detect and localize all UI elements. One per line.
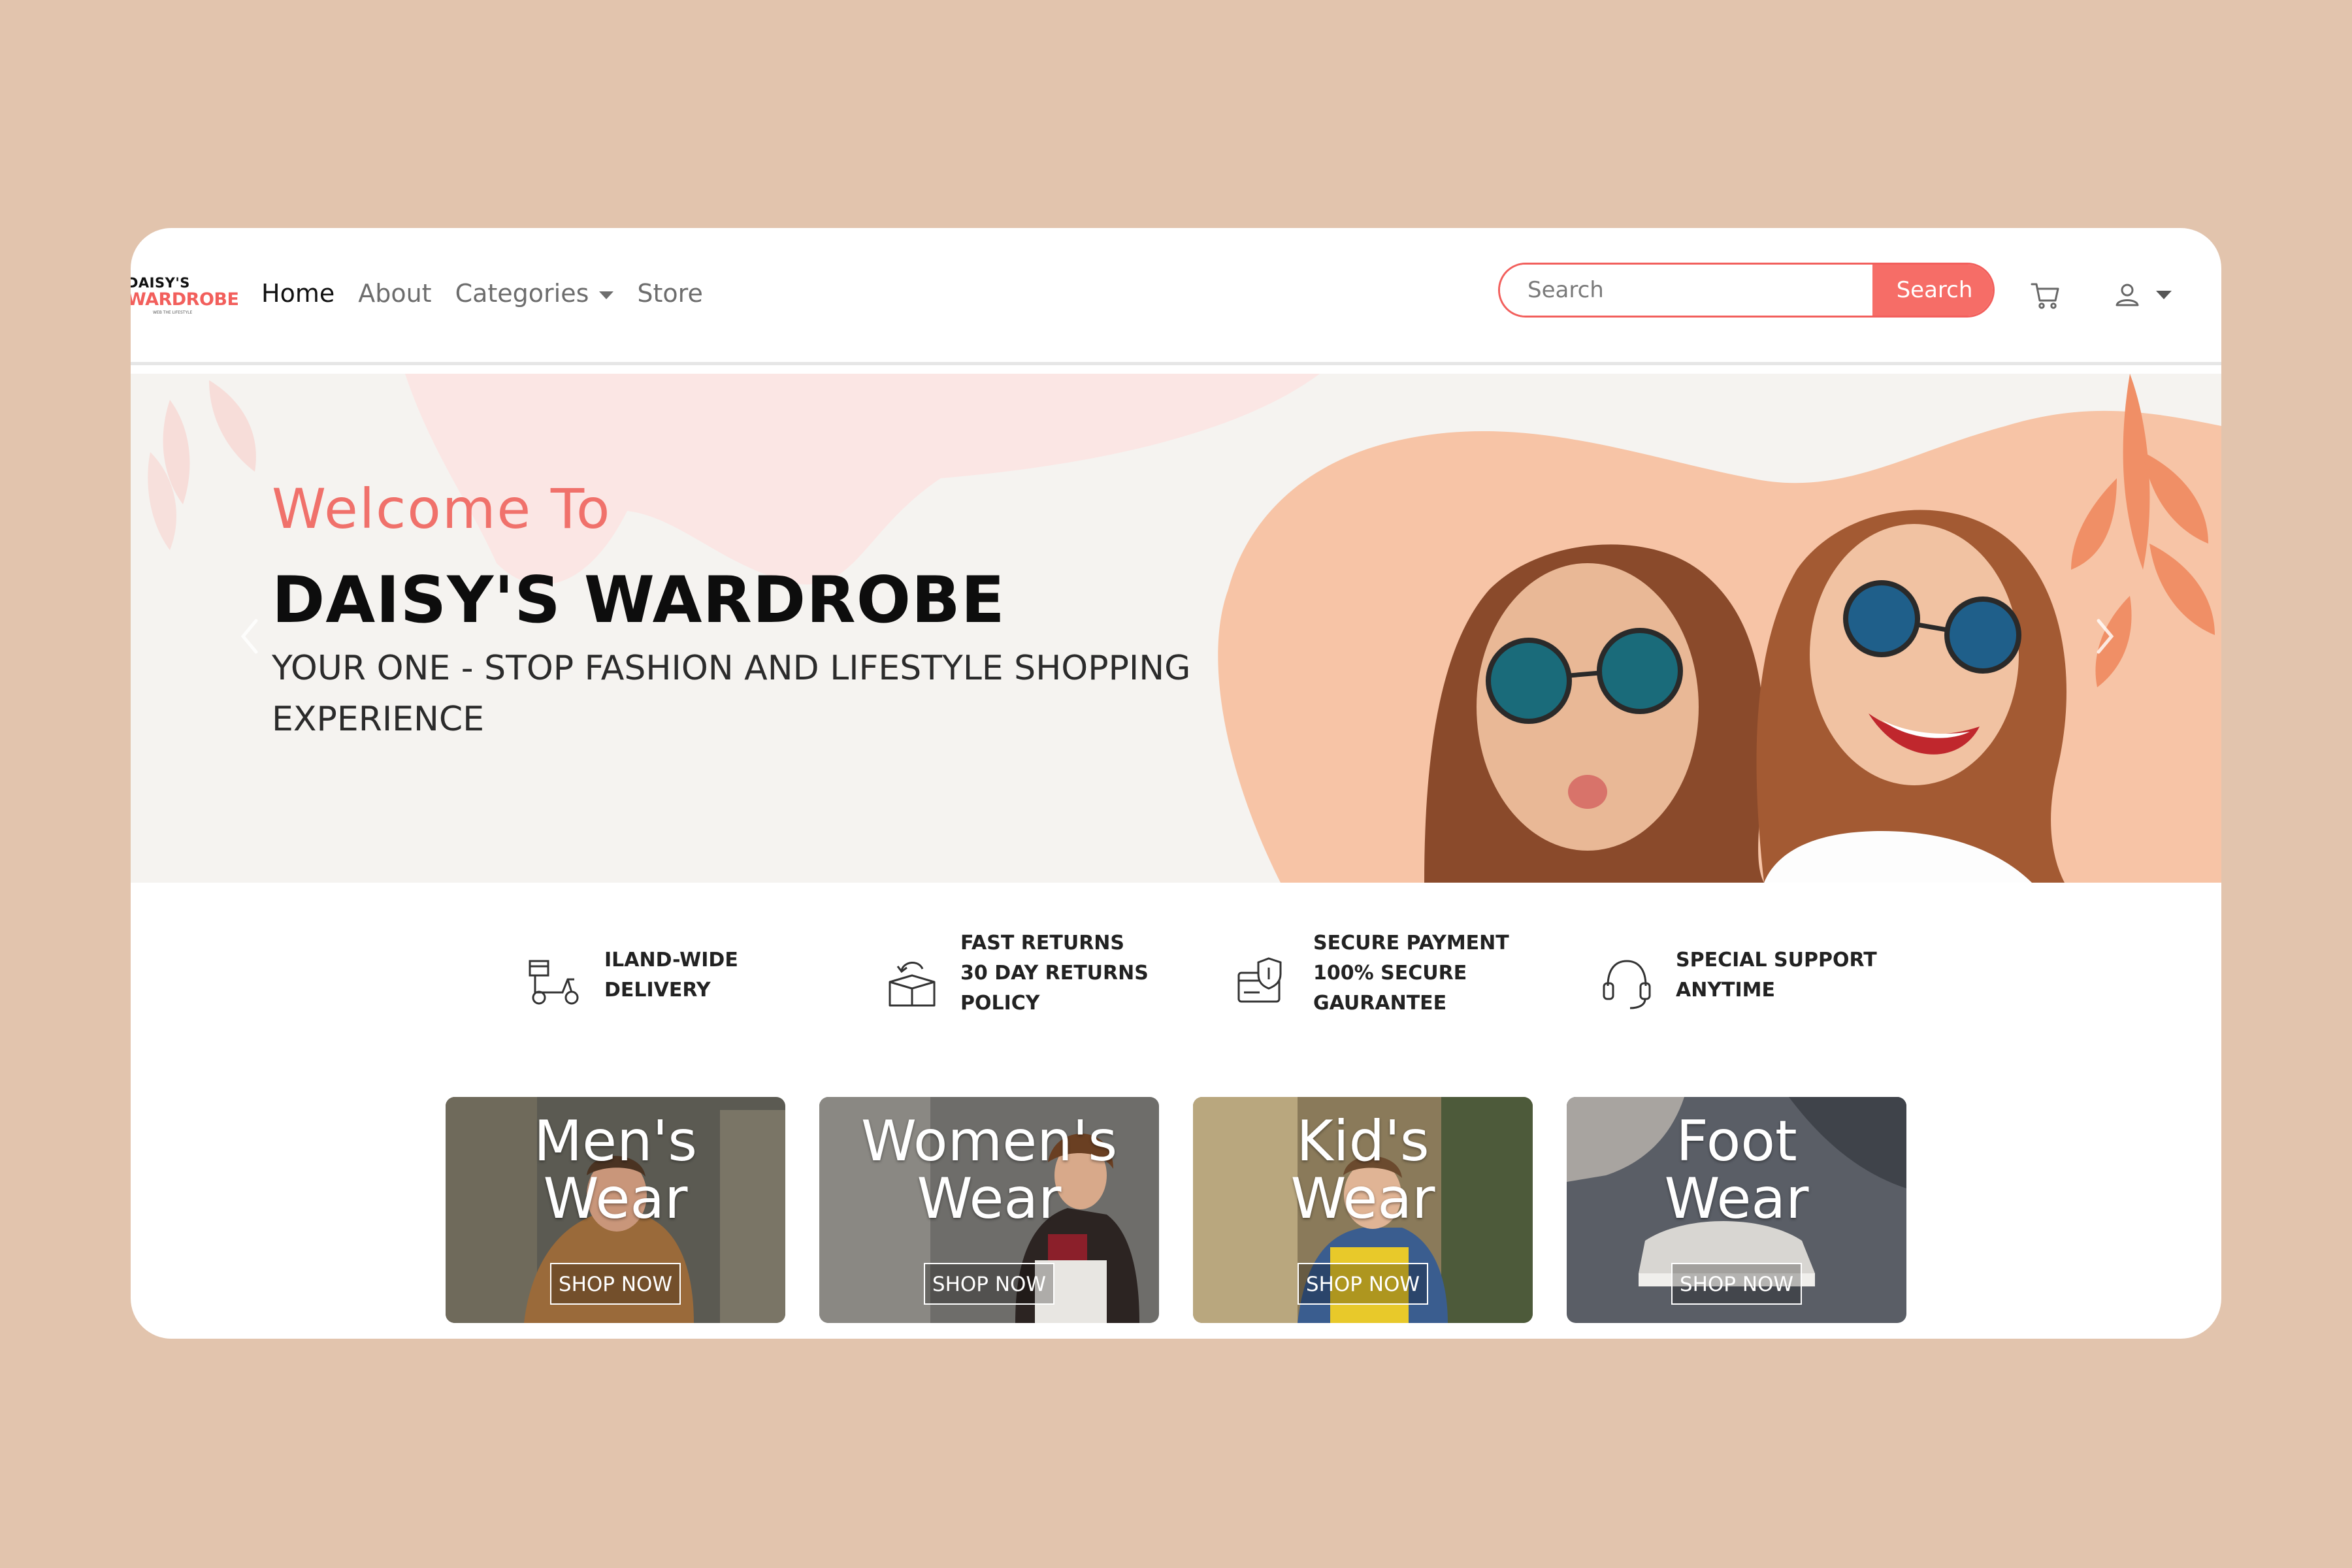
feature-text: SECURE PAYMENT 100% SECURE GAURANTEE xyxy=(1313,932,1509,1015)
chevron-left-icon[interactable] xyxy=(237,617,263,656)
logo-tagline: WEB THE LIFESTYLE xyxy=(153,310,193,315)
shop-now-button[interactable]: SHOP NOW xyxy=(550,1263,681,1305)
feature-support: SPECIAL SUPPORT ANYTIME xyxy=(1597,934,1877,1038)
chevron-down-icon xyxy=(599,291,614,299)
nav-links: Home About Categories Store xyxy=(261,279,703,308)
category-title: Foot Wear xyxy=(1664,1109,1809,1232)
feature-text: FAST RETURNS 30 DAY RETURNS POLICY xyxy=(960,932,1149,1015)
navbar: DAISY'S WARDROBE WEB THE LIFESTYLE Home … xyxy=(131,228,2221,365)
nav-about-link[interactable]: About xyxy=(358,279,431,308)
secure-card-icon xyxy=(1237,957,1282,1003)
category-card-foot-wear[interactable]: Foot Wear SHOP NOW xyxy=(1567,1097,1906,1323)
nav-home-link[interactable]: Home xyxy=(261,279,335,308)
hero-brand-title: DAISY'S WARDROBE xyxy=(272,563,1005,638)
shop-now-button[interactable]: SHOP NOW xyxy=(1671,1263,1802,1305)
nav-store-link[interactable]: Store xyxy=(637,279,702,308)
hero-carousel: Welcome To DAISY'S WARDROBE YOUR ONE - S… xyxy=(131,374,2221,883)
category-card-womens-wear[interactable]: Women's Wear SHOP NOW xyxy=(819,1097,1159,1323)
feature-text: SPECIAL SUPPORT ANYTIME xyxy=(1676,949,1877,1002)
search-input[interactable] xyxy=(1500,265,1872,316)
category-title: Women's Wear xyxy=(860,1109,1118,1232)
hero-welcome-text: Welcome To xyxy=(272,477,612,541)
shop-now-button[interactable]: SHOP NOW xyxy=(1298,1263,1428,1305)
category-card-mens-wear[interactable]: Men's Wear SHOP NOW xyxy=(446,1097,785,1323)
feature-returns: FAST RETURNS 30 DAY RETURNS POLICY xyxy=(882,932,1156,1038)
user-icon[interactable] xyxy=(2114,282,2140,308)
logo-line-2: WARDROBE xyxy=(131,289,239,310)
brand-logo[interactable]: DAISY'S WARDROBE WEB THE LIFESTYLE xyxy=(131,275,239,321)
feature-secure-payment: SECURE PAYMENT 100% SECURE GAURANTEE xyxy=(1235,932,1509,1038)
hero-models-photo xyxy=(1218,374,2221,883)
category-title: Kid's Wear xyxy=(1290,1109,1435,1232)
nav-categories-label: Categories xyxy=(455,279,589,308)
logo-line-1: DAISY'S xyxy=(131,275,190,291)
search-form: Search xyxy=(1498,263,1995,318)
search-button[interactable]: Search xyxy=(1872,265,1993,316)
features-row: ILAND-WIDE DELIVERY FAST RETURNS 30 DAY RE… xyxy=(131,932,2221,1038)
headset-icon xyxy=(1603,960,1651,1009)
feature-text: ILAND-WIDE DELIVERY xyxy=(604,949,738,1002)
shop-now-button[interactable]: SHOP NOW xyxy=(924,1263,1054,1305)
chevron-right-icon[interactable] xyxy=(2092,617,2118,656)
return-box-icon xyxy=(889,962,936,1007)
category-card-kids-wear[interactable]: Kid's Wear SHOP NOW xyxy=(1193,1097,1533,1323)
chevron-down-icon[interactable] xyxy=(2156,291,2172,299)
delivery-scooter-icon xyxy=(529,960,579,1005)
feature-delivery: ILAND-WIDE DELIVERY xyxy=(526,934,800,1038)
browser-page-card: DAISY'S WARDROBE WEB THE LIFESTYLE Home … xyxy=(131,228,2221,1339)
cart-icon[interactable] xyxy=(2029,279,2062,312)
nav-categories-dropdown[interactable]: Categories xyxy=(455,279,614,308)
category-title: Men's Wear xyxy=(533,1109,698,1232)
hero-tagline: YOUR ONE - STOP FASHION AND LIFESTYLE SH… xyxy=(272,649,1191,739)
